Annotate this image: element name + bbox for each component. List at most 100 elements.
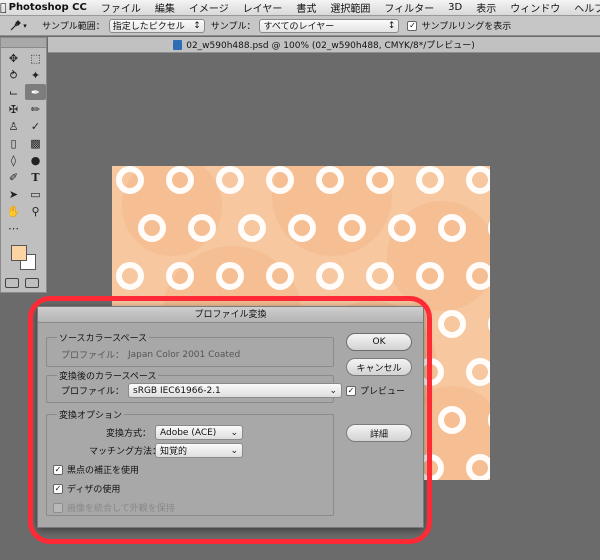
intent-label: マッチング方法： xyxy=(89,447,162,457)
shape-tool-icon[interactable]: ▭ xyxy=(25,186,46,202)
show-ring-checkbox[interactable]: ✓ サンプルリングを表示 xyxy=(407,19,511,32)
mode-buttons xyxy=(5,278,39,288)
zoom-tool-icon[interactable]: ⚲ xyxy=(25,203,46,219)
sample-select[interactable]: すべてのレイヤー ↕ xyxy=(259,18,400,33)
cancel-button[interactable]: キャンセル xyxy=(346,358,412,376)
engine-row: 変換方式： Adobe (ACE) ⌄ xyxy=(53,425,243,440)
destination-space-group: 変換後のカラースペース プロファイル： sRGB IEC61966-2.1 ⌄ xyxy=(46,369,343,403)
checkmark-icon: ✓ xyxy=(346,385,356,396)
eyedropper-icon xyxy=(10,19,22,30)
chevron-down-icon: ⌄ xyxy=(230,427,238,438)
options-bar: ▾ サンプル範囲： 指定したピクセル ↕ サンプル： すべてのレイヤー ↕ ✓ … xyxy=(0,16,600,36)
menu-type[interactable]: 書式 xyxy=(289,0,323,15)
intent-value: 知覚的 xyxy=(160,447,188,457)
document-tab[interactable]: 02_w590h488.psd @ 100% (02_w590h488, CMY… xyxy=(48,37,600,53)
preview-checkbox[interactable]: ✓ プレビュー xyxy=(346,384,405,397)
document-title: 02_w590h488.psd @ 100% (02_w590h488, CMY… xyxy=(186,41,475,51)
menu-image[interactable]: イメージ xyxy=(182,0,236,15)
source-profile-label: プロファイル： xyxy=(61,351,125,361)
chevron-updown-icon: ↕ xyxy=(193,20,201,31)
menu-help[interactable]: ヘルプ xyxy=(567,0,600,15)
empty-slot xyxy=(25,220,46,236)
menu-window[interactable]: ウィンドウ xyxy=(503,0,567,15)
lasso-tool-icon[interactable]: ⥁ xyxy=(3,67,24,83)
menu-view[interactable]: 表示 xyxy=(469,0,503,15)
checkmark-icon: ✓ xyxy=(53,464,63,475)
blur-tool-icon[interactable]: ◊ xyxy=(3,152,24,168)
marquee-tool-icon[interactable]: ⬚ xyxy=(25,50,46,66)
bpc-label: 黒点の補正を使用 xyxy=(67,466,140,476)
sample-size-label: サンプル範囲： xyxy=(42,22,105,32)
panel-grip[interactable] xyxy=(1,38,46,48)
source-profile-value: Japan Color 2001 Coated xyxy=(128,349,241,360)
flatten-label: 画像を統合して外観を保持 xyxy=(67,504,175,514)
menu-select[interactable]: 選択範囲 xyxy=(323,0,377,15)
intent-select[interactable]: 知覚的 ⌄ xyxy=(155,443,243,458)
dither-checkbox[interactable]: ✓ ディザの使用 xyxy=(53,482,120,495)
destination-profile-value: sRGB IEC61966-2.1 xyxy=(133,385,221,396)
menu-file[interactable]: ファイル xyxy=(94,0,148,15)
hand-tool-icon[interactable]: ✋ xyxy=(3,203,24,219)
brush-tool-icon[interactable]: ✏ xyxy=(25,101,46,117)
destination-space-title: 変換後のカラースペース xyxy=(57,369,159,382)
flatten-checkbox[interactable]: 画像を統合して外観を保持 xyxy=(53,501,175,514)
menu-filter[interactable]: フィルター xyxy=(377,0,441,15)
menu-bar:  Photoshop CC ファイル 編集 イメージ レイヤー 書式 選択範囲… xyxy=(0,0,600,16)
engine-label: 変換方式： xyxy=(105,429,151,439)
checkmark-icon: ✓ xyxy=(407,20,418,31)
source-space-group: ソースカラースペース プロファイル： Japan Color 2001 Coat… xyxy=(46,331,334,367)
chevron-down-icon: ▾ xyxy=(23,21,27,30)
show-ring-label: サンプルリングを表示 xyxy=(421,22,512,32)
screen-mode-icon[interactable] xyxy=(25,278,39,288)
intent-row: マッチング方法： 知覚的 ⌄ xyxy=(53,443,243,458)
path-select-tool-icon[interactable]: ➤ xyxy=(3,186,24,202)
move-tool-icon[interactable]: ✥ xyxy=(3,50,24,66)
advanced-button[interactable]: 詳細 xyxy=(346,424,412,442)
color-swatches[interactable] xyxy=(9,243,41,273)
engine-select[interactable]: Adobe (ACE) ⌄ xyxy=(155,425,243,440)
destination-profile-select[interactable]: sRGB IEC61966-2.1 ⌄ xyxy=(128,383,343,398)
source-space-title: ソースカラースペース xyxy=(57,331,150,344)
crop-tool-icon[interactable]: ⌙ xyxy=(3,84,24,100)
chevron-updown-icon: ↕ xyxy=(387,20,396,31)
tools-panel: ✥ ⬚ ⥁ ✦ ⌙ ✒ ✠ ✏ ♙ ✓ ▯ ▩ ◊ ● ✐ T ➤ ▭ ✋ ⚲ … xyxy=(0,37,47,293)
menu-3d[interactable]: 3D xyxy=(441,2,469,13)
empty-checkbox-icon xyxy=(53,502,63,513)
type-tool-icon[interactable]: T xyxy=(25,169,46,185)
quick-mask-icon[interactable] xyxy=(5,278,19,288)
dither-label: ディザの使用 xyxy=(67,485,121,495)
tool-preset-picker[interactable]: ▾ xyxy=(0,16,36,36)
chevron-down-icon: ⌄ xyxy=(329,385,338,396)
ok-button[interactable]: OK xyxy=(346,333,412,351)
eraser-tool-icon[interactable]: ▯ xyxy=(3,135,24,151)
dialog-title: プロファイル変換 xyxy=(38,307,423,323)
menu-app-name[interactable]: Photoshop CC xyxy=(7,2,94,13)
history-brush-icon[interactable]: ✓ xyxy=(25,118,46,134)
engine-value: Adobe (ACE) xyxy=(160,427,217,438)
apple-icon[interactable]:  xyxy=(0,1,7,14)
foreground-color-swatch[interactable] xyxy=(11,245,27,261)
source-profile-row: プロファイル： Japan Color 2001 Coated xyxy=(61,348,241,362)
quick-select-tool-icon[interactable]: ✦ xyxy=(25,67,46,83)
healing-tool-icon[interactable]: ✠ xyxy=(3,101,24,117)
eyedropper-tool-icon[interactable]: ✒ xyxy=(25,84,46,100)
conversion-options-title: 変換オプション xyxy=(57,408,125,421)
bpc-checkbox[interactable]: ✓ 黒点の補正を使用 xyxy=(53,463,139,476)
psd-file-icon xyxy=(173,39,183,50)
sample-size-value: 指定したピクセル xyxy=(112,22,185,32)
conversion-options-group: 変換オプション 変換方式： Adobe (ACE) ⌄ マッチング方法： 知覚的… xyxy=(46,408,334,516)
stamp-tool-icon[interactable]: ♙ xyxy=(3,118,24,134)
pen-tool-icon[interactable]: ✐ xyxy=(3,169,24,185)
more-tools-icon[interactable]: ⋯ xyxy=(3,220,24,236)
chevron-down-icon: ⌄ xyxy=(230,445,238,456)
convert-profile-dialog: プロファイル変換 ソースカラースペース プロファイル： Japan Color … xyxy=(37,306,424,528)
menu-layer[interactable]: レイヤー xyxy=(236,0,290,15)
dodge-tool-icon[interactable]: ● xyxy=(25,152,46,168)
sample-size-select[interactable]: 指定したピクセル ↕ xyxy=(108,18,205,33)
destination-profile-row: プロファイル： sRGB IEC61966-2.1 ⌄ xyxy=(61,383,343,398)
preview-label: プレビュー xyxy=(360,387,406,397)
menu-edit[interactable]: 編集 xyxy=(148,0,182,15)
gradient-tool-icon[interactable]: ▩ xyxy=(25,135,46,151)
sample-label: サンプル： xyxy=(210,22,256,32)
destination-profile-label: プロファイル： xyxy=(61,387,125,397)
